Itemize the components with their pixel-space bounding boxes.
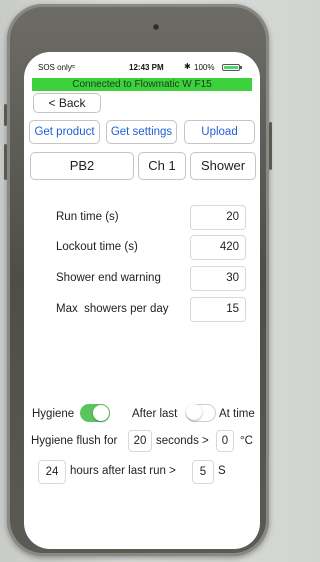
temperature-unit: °C [240,435,253,447]
camera-icon [153,24,159,30]
clock: 12:43 PM [129,63,164,72]
run-time-input[interactable]: 20 [190,205,246,230]
run-time-label: Run time (s) [56,211,119,223]
seconds-label: seconds > [156,435,209,447]
hygiene-toggle[interactable] [80,404,110,422]
app-screen: SOS only ≈ 12:43 PM ✱ 100% Connected to … [24,52,260,549]
upload-button[interactable]: Upload [184,120,255,144]
carrier-text: SOS only [38,63,72,72]
phone-side-button [4,104,7,126]
back-button[interactable]: < Back [33,93,101,113]
hours-input[interactable]: 24 [38,460,66,484]
flush-seconds-input[interactable]: 20 [128,430,152,452]
shower-end-warning-label: Shower end warning [56,272,161,284]
after-last-label: After last [132,408,178,420]
get-settings-button[interactable]: Get settings [106,120,177,144]
front-camera [75,24,159,30]
get-product-button[interactable]: Get product [29,120,100,144]
at-time-label: At time [219,408,255,420]
s-value-input[interactable]: 5 [192,460,214,484]
channel-selector[interactable]: Ch 1 [138,152,186,180]
hygiene-flush-label: Hygiene flush for [31,435,118,447]
mode-selector[interactable]: Shower [190,152,256,180]
battery-percent: 100% [194,63,215,72]
phone-side-button [269,122,272,170]
product-selector[interactable]: PB2 [30,152,134,180]
battery-icon [222,64,242,71]
at-time-toggle[interactable] [186,404,216,422]
max-showers-label: Max showers per day [56,303,169,315]
temperature-input[interactable]: 0 [216,430,234,452]
hours-after-label: hours after last run > [70,465,176,477]
lockout-time-label: Lockout time (s) [56,241,138,253]
shower-end-warning-input[interactable]: 30 [190,266,246,291]
lockout-time-input[interactable]: 420 [190,235,246,260]
connection-banner: Connected to Flowmatic W F15 [32,78,252,91]
wifi-icon: ≈ [71,62,76,71]
phone-side-button [4,144,7,180]
hygiene-label: Hygiene [32,408,75,420]
max-showers-input[interactable]: 15 [190,297,246,322]
bluetooth-icon: ✱ [184,62,191,71]
s-label: S [218,465,226,477]
status-bar: SOS only ≈ 12:43 PM ✱ 100% [24,62,260,74]
